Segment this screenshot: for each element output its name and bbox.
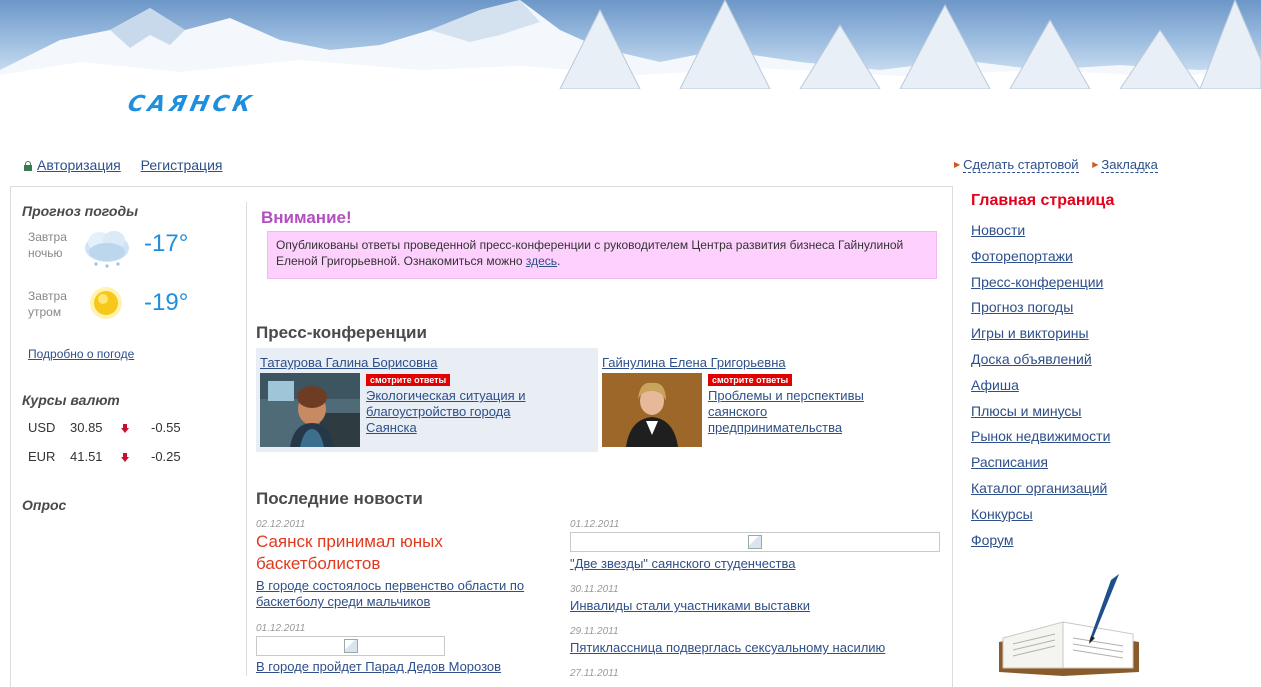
menu-item-pros-cons[interactable]: Плюсы и минусы [971,403,1081,419]
news-link[interactable]: "Две звезды" саянского студенчества [570,556,795,572]
weather-night-label: Завтра ночью [28,230,67,260]
news-headline[interactable]: Саянск принимал юных баскетболистов [256,531,496,575]
arrow-right-icon: ▶ [1092,160,1099,169]
news-date: 01.12.2011 [570,519,620,530]
press-topic-link[interactable]: Экологическая ситуация и благоустройство… [366,388,531,436]
press-card: Гайнулина Елена Григорьевна смотрите отв… [598,348,938,452]
menu-item-events[interactable]: Афиша [971,377,1019,393]
press-person-link[interactable]: Татаурова Галина Борисовна [260,355,437,370]
bookmark-link[interactable]: Закладка [1101,157,1158,173]
news-link[interactable]: В городе пройдет Парад Дедов Морозов [256,659,501,675]
press-photo[interactable] [260,373,360,447]
news-date: 30.11.2011 [570,584,619,595]
broken-image-icon [343,639,358,653]
news-link[interactable]: Инвалиды стали участниками выставки [570,598,810,614]
menu-item-games[interactable]: Игры и викторины [971,325,1089,341]
arrow-down-icon [121,453,129,463]
attention-link[interactable]: здесь [526,254,557,268]
menu-item-news[interactable]: Новости [971,222,1025,238]
utility-links: ▶ Сделать стартовой ▶ Закладка [954,157,1168,173]
menu-item-classifieds[interactable]: Доска объявлений [971,351,1092,367]
menu-item-real-estate[interactable]: Рынок недвижимости [971,428,1110,444]
sun-icon [90,287,122,319]
weather-morning-temp: -19° [144,289,189,316]
register-link[interactable]: Регистрация [141,157,223,173]
press-photo[interactable] [602,373,702,447]
answers-badge[interactable]: смотрите ответы [708,374,793,386]
menu-item-schedules[interactable]: Расписания [971,454,1048,470]
make-start-page-link[interactable]: Сделать стартовой [963,157,1079,173]
menu-item-photo-reports[interactable]: Фоторепортажи [971,248,1073,264]
attention-box: Опубликованы ответы проведенной пресс-ко… [267,231,937,279]
auth-links: Авторизация Регистрация [24,157,222,173]
weather-morning-label: Завтра утром [28,289,67,319]
header-banner [0,0,1261,89]
guestbook-icon[interactable] [993,572,1143,676]
weather-details-link[interactable]: Подробно о погоде [28,347,134,361]
menu-item-catalog[interactable]: Каталог организаций [971,480,1107,496]
column-divider [246,202,247,676]
currency-title: Курсы валют [22,392,120,408]
main-menu: Новости Фоторепортажи Пресс-конференции … [971,222,1110,557]
news-title: Последние новости [256,489,423,508]
news-date: 29.11.2011 [570,626,619,637]
weather-night-temp: -17° [144,230,189,257]
news-date: 02.12.2011 [256,519,306,530]
attention-title: Внимание! [261,208,352,227]
site-logo[interactable]: САЯНСК [125,92,327,117]
press-card: Татаурова Галина Борисовна смотрите отве… [256,348,598,452]
lock-icon [24,161,32,171]
poll-title: Опрос [22,497,67,513]
weather-title: Прогноз погоды [22,203,139,219]
arrow-right-icon: ▶ [954,160,961,169]
cloud-snow-icon [85,231,129,268]
news-link[interactable]: В городе состоялось первенство области п… [256,578,536,610]
news-image-placeholder[interactable] [256,636,445,656]
login-link[interactable]: Авторизация [37,157,121,173]
menu-item-contests[interactable]: Конкурсы [971,506,1033,522]
snowy-mountains-image [0,0,1261,89]
menu-item-forum[interactable]: Форум [971,532,1014,548]
news-date: 01.12.2011 [256,623,306,634]
menu-item-press-conferences[interactable]: Пресс-конференции [971,274,1103,290]
press-topic-link[interactable]: Проблемы и перспективы саянского предпри… [708,388,873,436]
news-date: 27.11.2011 [570,668,619,679]
menu-item-weather[interactable]: Прогноз погоды [971,299,1073,315]
arrow-down-icon [121,424,129,434]
news-link[interactable]: Пятиклассница подверглась сексуальному н… [570,640,885,656]
news-image-placeholder[interactable] [570,532,940,552]
press-person-link[interactable]: Гайнулина Елена Григорьевна [602,355,786,370]
answers-badge[interactable]: смотрите ответы [366,374,451,386]
menu-title[interactable]: Главная страница [971,192,1114,210]
broken-image-icon [748,535,762,549]
press-title: Пресс-конференции [256,323,427,342]
